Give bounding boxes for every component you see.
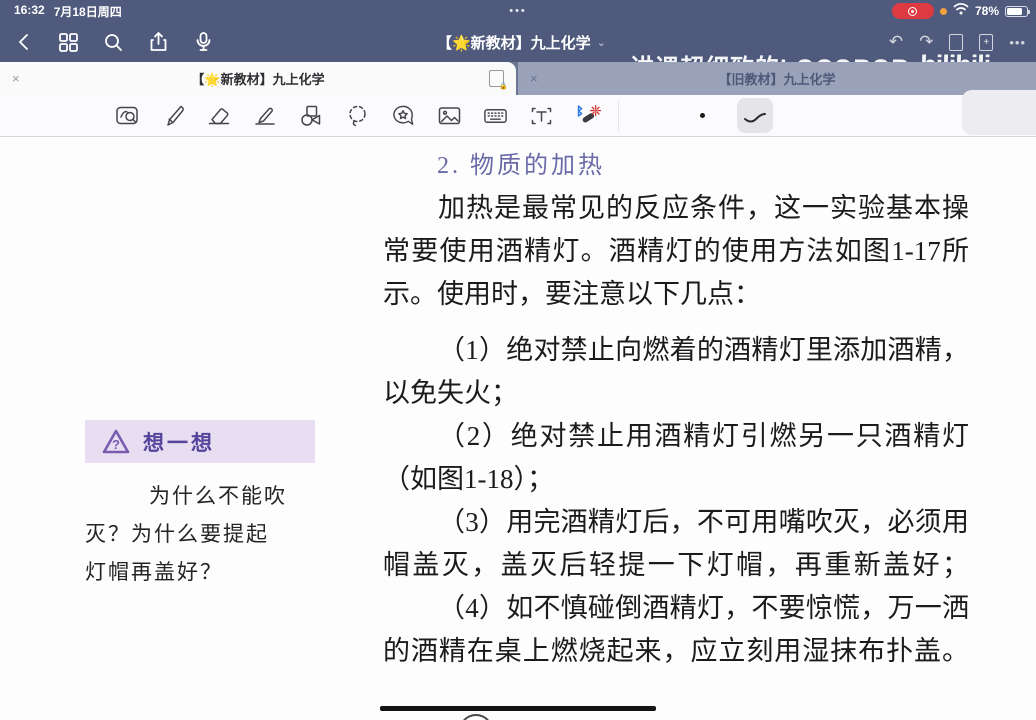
text-line: 加热是最常见的反应条件，这一实验基本操作	[438, 193, 969, 223]
record-icon	[908, 6, 918, 16]
figure-top-rule	[380, 706, 656, 711]
status-center-dots-icon: •••	[509, 5, 527, 17]
tab-old-textbook[interactable]: × 【旧教材】九上化学	[518, 62, 1036, 95]
chevron-down-icon: ⌄	[596, 36, 606, 49]
zoom-window-tool[interactable]	[114, 103, 141, 130]
mic-active-dot-icon	[939, 7, 947, 15]
add-page-button[interactable]: +	[979, 33, 994, 51]
tab-label: 【🌟新教材】九上化学	[191, 72, 325, 87]
highlighter-tool[interactable]	[252, 103, 279, 130]
think-line: 灭？为什么要提起	[85, 522, 269, 546]
stroke-width-dot[interactable]	[700, 113, 705, 118]
page-icon[interactable]	[949, 33, 964, 51]
text-line: （1）绝对禁止向燃着的酒精灯里添加酒精，	[438, 335, 969, 365]
text-line: （2）绝对禁止用酒精灯引燃另一只酒精灯	[438, 421, 969, 451]
figure-partial-circle	[459, 714, 493, 720]
tab-bar: × 【🌟新教材】九上化学 × 【旧教材】九上化学	[0, 62, 1036, 95]
status-bar: 16:32 7月18日周四 ••• 78%	[0, 0, 1036, 22]
sticker-tool[interactable]	[390, 103, 417, 130]
toolbar-divider	[618, 101, 619, 131]
image-tool[interactable]	[436, 103, 463, 130]
pen-tool[interactable]	[160, 103, 187, 130]
body-text: 加热是最常见的反应条件，这一实验基本操作 常要使用酒精灯。酒精灯的使用方法如图1…	[383, 187, 969, 673]
text-line: （4）如不慎碰倒酒精灯，不要惊慌，万一洒出	[438, 593, 969, 623]
think-line: 灯帽再盖好？	[85, 560, 223, 584]
keyboard-tool[interactable]	[482, 103, 509, 130]
screen-recording-indicator[interactable]	[891, 3, 934, 19]
search-button[interactable]	[102, 31, 124, 53]
text-line: （3）用完酒精灯后，不可用嘴吹灭，必须用灯	[438, 507, 969, 537]
text-line: 以免失火；	[383, 378, 518, 408]
collapsed-panel[interactable]	[962, 90, 1036, 135]
think-box-title: 想一想	[143, 431, 215, 455]
page-lock-icon[interactable]	[489, 70, 508, 90]
think-box-text: 为什么不能吹 灭？为什么要提起 灯帽再盖好？	[85, 477, 303, 591]
section-heading: 2. 物质的加热	[437, 153, 605, 179]
text-line: （如图1-18）；	[383, 464, 554, 494]
text-line: 帽盖灭，盖灭后轻提一下灯帽，再重新盖好；	[383, 550, 969, 580]
tab-new-textbook[interactable]: × 【🌟新教材】九上化学	[0, 62, 516, 95]
share-button[interactable]	[147, 31, 169, 53]
text-box-tool[interactable]	[528, 103, 555, 130]
text-line: 的酒精在桌上燃烧起来，应立刻用湿抹布扑盖。	[383, 636, 969, 666]
text-line: 示。使用时，要注意以下几点：	[383, 279, 761, 309]
selected-stroke-style[interactable]	[737, 98, 773, 133]
eraser-tool[interactable]	[206, 103, 233, 130]
think-box-banner: ? 想一想	[85, 420, 315, 463]
lasso-tool[interactable]	[344, 103, 371, 130]
document-title[interactable]: 【🌟新教材】九上化学 ⌄	[437, 22, 606, 62]
text-line: 常要使用酒精灯。酒精灯的使用方法如图1-17所	[383, 236, 969, 266]
more-button[interactable]: •••	[1009, 35, 1026, 50]
microphone-button[interactable]	[192, 31, 214, 53]
edit-toolbar	[0, 90, 1036, 137]
thumbnails-grid-button[interactable]	[57, 31, 79, 53]
tab-label: 【旧教材】九上化学	[718, 72, 836, 87]
nav-bar: 【🌟新教材】九上化学 ⌄ ↶ ↷ + ••• 讲课超细致的LOCOROR bil…	[0, 22, 1036, 82]
wifi-icon	[953, 2, 969, 20]
svg-text:?: ?	[112, 437, 120, 452]
think-line: 为什么不能吹	[149, 484, 287, 508]
back-button[interactable]	[12, 31, 34, 53]
shapes-tool[interactable]	[298, 103, 325, 130]
question-triangle-icon: ?	[102, 429, 130, 453]
battery-icon	[1005, 5, 1030, 17]
redo-button[interactable]: ↷	[919, 32, 933, 52]
notebook-page[interactable]: 2. 物质的加热 加热是最常见的反应条件，这一实验基本操作 常要使用酒精灯。酒精…	[0, 137, 1036, 720]
stroke-curve-icon	[744, 112, 766, 122]
battery-percent: 78%	[974, 4, 999, 18]
undo-button[interactable]: ↶	[889, 32, 903, 52]
laser-pointer-tool[interactable]	[574, 103, 601, 130]
